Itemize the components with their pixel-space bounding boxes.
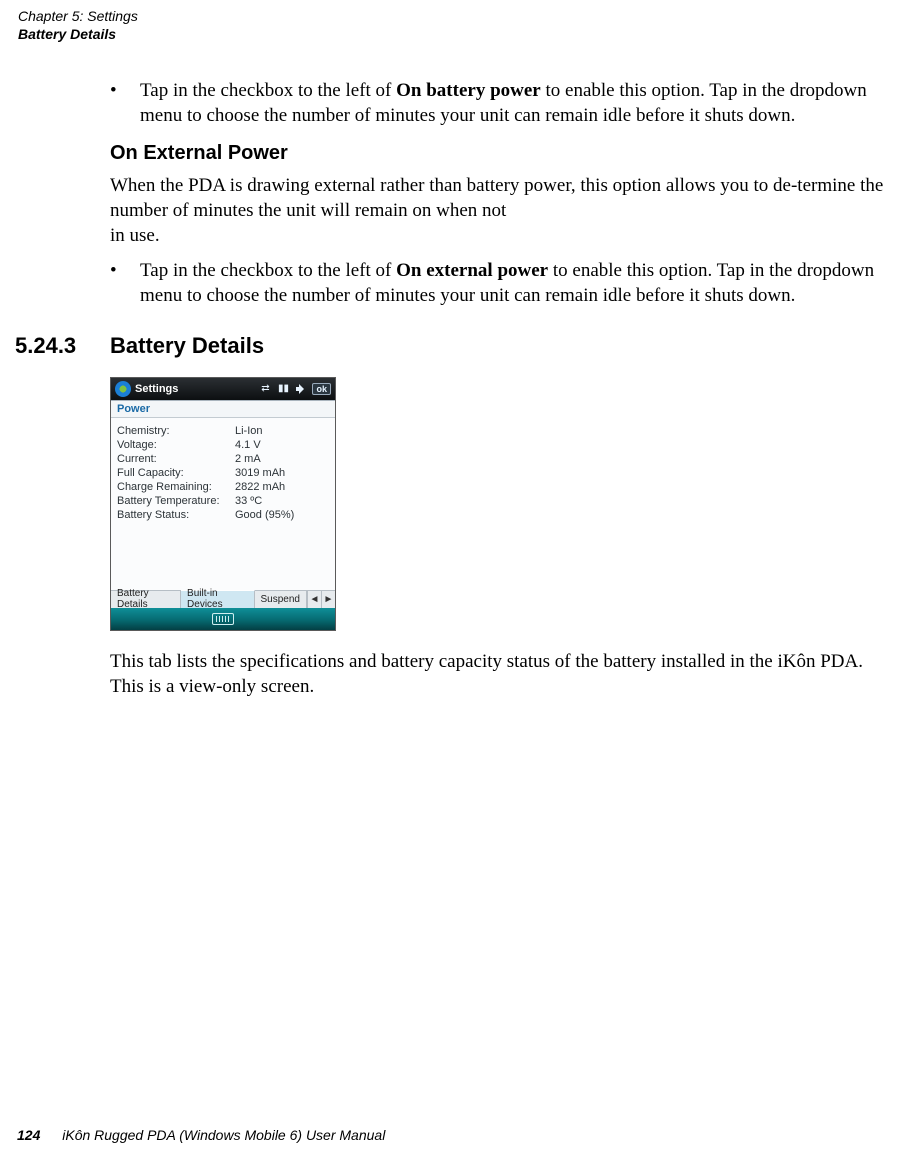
running-header-chapter: Chapter 5: Settings xyxy=(18,8,138,26)
table-row: Battery Status: Good (95%) xyxy=(117,508,329,522)
book-title: iKôn Rugged PDA (Windows Mobile 6) User … xyxy=(62,1127,385,1143)
panel-title: Power xyxy=(111,400,335,418)
bullet2-bold: On external power xyxy=(396,260,548,281)
bullet-marker: • xyxy=(110,258,140,308)
section-number: 5.24.3 xyxy=(15,333,110,359)
table-row: Voltage: 4.1 V xyxy=(117,438,329,452)
paragraph-external-power: When the PDA is drawing external rather … xyxy=(110,173,900,248)
row-label: Charge Remaining: xyxy=(117,480,235,494)
tab-scroll-left[interactable]: ◄ xyxy=(307,591,321,608)
bullet2-pre: Tap in the checkbox to the left of xyxy=(140,260,396,281)
table-row: Battery Temperature: 33 ºC xyxy=(117,494,329,508)
row-label: Battery Status: xyxy=(117,508,235,522)
row-label: Chemistry: xyxy=(117,424,235,438)
row-value: 33 ºC xyxy=(235,494,329,508)
row-label: Voltage: xyxy=(117,438,235,452)
tab-built-in-devices[interactable]: Built-in Devices xyxy=(181,590,254,608)
section-heading: 5.24.3 Battery Details xyxy=(15,333,900,359)
tab-scroll-nav: ◄ ► xyxy=(307,591,335,608)
row-value: 4.1 V xyxy=(235,438,329,452)
table-row: Current: 2 mA xyxy=(117,452,329,466)
device-frame: Settings ⇄ ▮▮ ok Power Chemistry: Li-Ion xyxy=(110,377,336,631)
tab-scroll-right[interactable]: ► xyxy=(321,591,335,608)
ok-button[interactable]: ok xyxy=(312,383,331,395)
row-label: Current: xyxy=(117,452,235,466)
row-value: Good (95%) xyxy=(235,508,329,522)
table-row: Charge Remaining: 2822 mAh xyxy=(117,480,329,494)
page-footer: 124 iKôn Rugged PDA (Windows Mobile 6) U… xyxy=(17,1127,385,1143)
bullet1-pre: Tap in the checkbox to the left of xyxy=(140,80,396,101)
page-number: 124 xyxy=(17,1127,40,1143)
window-title: Settings xyxy=(135,383,254,395)
row-label: Battery Temperature: xyxy=(117,494,235,508)
panel-body: Chemistry: Li-Ion Voltage: 4.1 V Current… xyxy=(111,418,335,590)
connectivity-icon[interactable]: ⇄ xyxy=(258,382,272,396)
row-value: Li-Ion xyxy=(235,424,329,438)
section-title: Battery Details xyxy=(110,333,264,359)
running-header: Chapter 5: Settings Battery Details xyxy=(18,8,138,43)
row-label: Full Capacity: xyxy=(117,466,235,480)
row-value: 2822 mAh xyxy=(235,480,329,494)
table-row: Full Capacity: 3019 mAh xyxy=(117,466,329,480)
bullet-on-battery: • Tap in the checkbox to the left of On … xyxy=(110,78,900,128)
window-titlebar: Settings ⇄ ▮▮ ok xyxy=(111,378,335,400)
table-row: Chemistry: Li-Ion xyxy=(117,424,329,438)
row-value: 2 mA xyxy=(235,452,329,466)
tab-strip: Battery Details Built-in Devices Suspend… xyxy=(111,590,335,608)
bullet-marker: • xyxy=(110,78,140,128)
tab-battery-details[interactable]: Battery Details xyxy=(111,591,181,608)
bullet1-bold: On battery power xyxy=(396,80,541,101)
signal-icon[interactable]: ▮▮ xyxy=(276,382,290,396)
row-value: 3019 mAh xyxy=(235,466,329,480)
paragraph-after-screenshot: This tab lists the specifications and ba… xyxy=(110,649,900,699)
bullet-on-external: • Tap in the checkbox to the left of On … xyxy=(110,258,900,308)
heading-on-external-power: On External Power xyxy=(110,142,900,165)
running-header-section: Battery Details xyxy=(18,26,138,44)
tab-suspend[interactable]: Suspend xyxy=(255,591,307,608)
battery-table: Chemistry: Li-Ion Voltage: 4.1 V Current… xyxy=(117,424,329,522)
page-content: • Tap in the checkbox to the left of On … xyxy=(110,78,900,699)
screenshot-battery-details: Settings ⇄ ▮▮ ok Power Chemistry: Li-Ion xyxy=(110,377,900,631)
soft-key-bar xyxy=(111,608,335,630)
bullet-body: Tap in the checkbox to the left of On ba… xyxy=(140,78,900,128)
bullet-body: Tap in the checkbox to the left of On ex… xyxy=(140,258,900,308)
volume-icon[interactable] xyxy=(294,382,308,396)
start-icon[interactable] xyxy=(115,381,131,397)
sip-keyboard-icon[interactable] xyxy=(212,613,234,625)
